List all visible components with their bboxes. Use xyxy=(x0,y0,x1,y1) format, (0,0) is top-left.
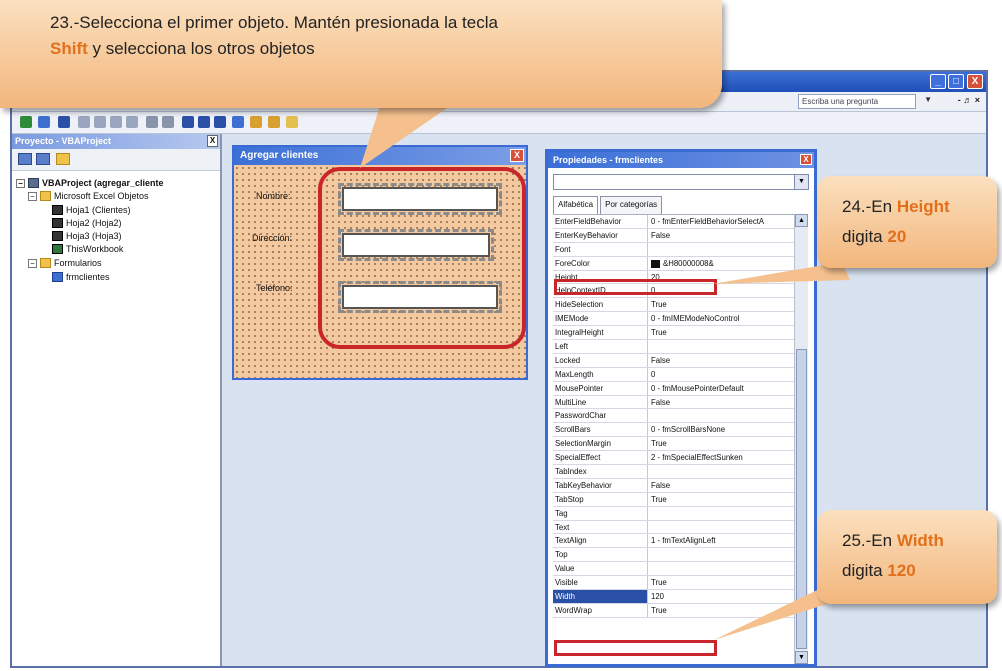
callout-24-keyword: Height xyxy=(896,197,950,216)
callout-25-value: 120 xyxy=(887,561,916,580)
callout-step-23: 23.-Selecciona el primer objeto. Mantén … xyxy=(0,0,722,108)
callout-25-line2: digita 120 xyxy=(842,556,997,586)
callout-23-line1: 23.-Selecciona el primer objeto. Mantén … xyxy=(50,13,498,32)
callout-step-24: 24.-En Height digita 20 xyxy=(817,176,997,268)
callout-25-line1: 25.-En Width xyxy=(842,526,997,556)
callout-24-line2: digita 20 xyxy=(842,222,997,252)
callout-25-keyword: Width xyxy=(896,531,944,550)
callout-25-prefix: 25.-En xyxy=(842,531,897,550)
callout-23-pointer xyxy=(360,106,450,168)
callout-23-rest: y selecciona los otros objetos xyxy=(87,39,315,58)
callout-24-prefix: 24.-En xyxy=(842,197,897,216)
callout-24-mid: digita xyxy=(842,227,888,246)
callout-23-line2: Shift y selecciona los otros objetos xyxy=(50,36,722,62)
callout-25-mid: digita xyxy=(842,561,888,580)
callout-23-keyword: Shift xyxy=(50,39,88,58)
callout-step-25: 25.-En Width digita 120 xyxy=(817,510,997,604)
callout-24-value: 20 xyxy=(887,227,907,246)
callout-24-line1: 24.-En Height xyxy=(842,192,997,222)
